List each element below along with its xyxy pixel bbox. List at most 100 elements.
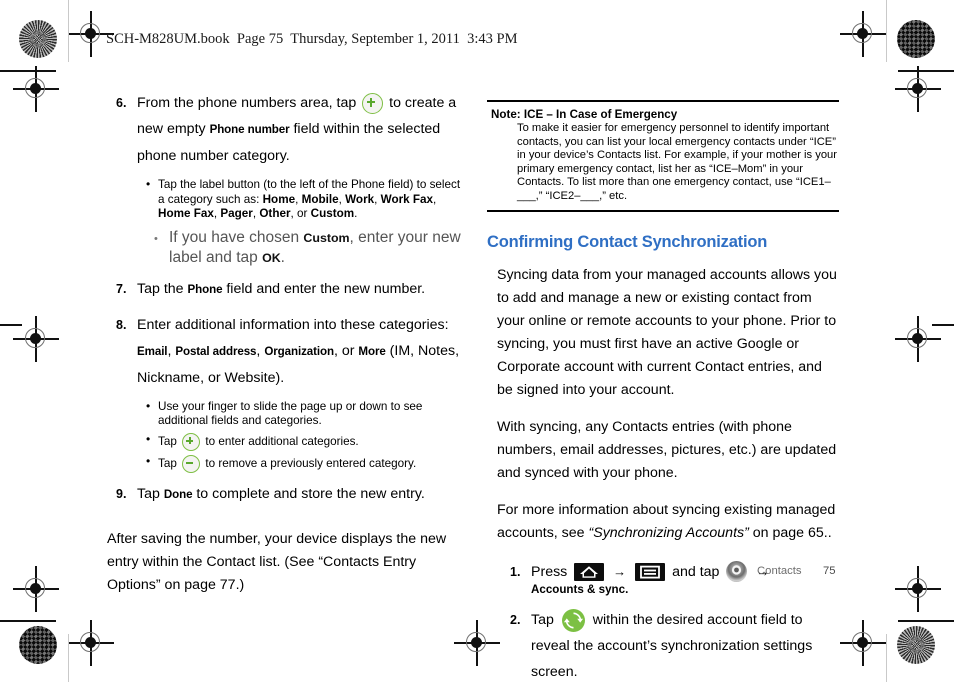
list-item: Use your finger to slide the page up or … [145,399,467,429]
right-step-1-number: 1. [510,564,521,579]
step-7-number: 7. [116,281,127,296]
list-item: Tap to remove a previously entered categ… [145,454,467,473]
home-button-icon [574,562,605,581]
note-body: To make it easier for emergency personne… [517,122,838,202]
bold-term: Organization [264,344,334,358]
bold-term: Work [345,192,375,206]
text-run: Tap [137,485,164,502]
trim-line-right-edge [932,324,954,326]
guide-line-vertical-right [886,0,887,62]
accounts-and-sync-label: Accounts & sync. [531,582,629,596]
trim-line-top-left [0,70,56,72]
bold-term: Work Fax [380,192,434,206]
text-run: . [354,207,358,220]
note-title: Note: ICE – In Case of Emergency [491,108,678,121]
crosshair-mid-right [895,316,941,362]
crosshair-upper-left-inner [13,66,59,112]
step-8: 8. Enter additional information into the… [107,312,467,391]
bold-term: Email [137,344,168,358]
bold-term: Custom [310,207,355,220]
text-run: Tap the [137,280,188,297]
and-tap-label: and tap [672,563,720,580]
bold-term: Home Fax [158,207,214,220]
bold-term: Custom [303,230,350,245]
registration-rosette-top-right [897,20,935,58]
arrow-right-1: → [613,563,627,579]
crosshair-bottom-right [840,620,886,666]
crosshair-upper-right-inner [895,66,941,112]
bold-term: Phone [187,282,223,296]
bold-term: Pager [220,207,253,220]
step-6-number: 6. [116,96,127,110]
bullet-text: Tap the label button (to the left of the… [158,178,460,220]
section-heading: Confirming Contact Synchronization [487,232,768,251]
bold-term: Postal address [175,344,257,358]
trim-line-bottom-right [898,620,954,622]
crosshair-lower-right-inner [895,566,941,612]
menu-glyph [640,565,661,579]
step-8-number: 8. [116,317,127,332]
bullet-text-before: Tap [158,434,177,448]
bullet-text-after: to enter additional categories. [205,434,359,448]
step-7-text: Tap the Phone field and enter the new nu… [137,276,467,303]
footer-page-number: 75 [823,565,836,577]
text-run: If you have chosen [169,228,304,246]
guide-line-vertical-left [68,0,69,62]
bold-term: Home [262,192,296,206]
bold-term: OK [262,250,281,265]
step-9: 9. Tap Done to complete and store the ne… [107,481,467,508]
step-6: 6. From the phone numbers area, tap to c… [107,90,467,169]
crosshair-top-left [68,11,114,57]
document-header-line: SCH-M828UM.book Page 75 Thursday, Septem… [106,31,518,47]
sync-refresh-icon [561,608,585,632]
body-paragraph-1: Syncing data from your managed accounts … [497,266,837,398]
footer-section-label: Contacts [757,565,802,577]
text-run: , or [290,207,311,220]
right-step-2-number: 2. [510,612,521,627]
crosshair-mid-left [13,316,59,362]
circle-plus-icon [182,432,201,451]
text-run: to complete and store the new entry. [192,485,425,502]
bold-term: Mobile [301,192,339,206]
step-6-text-before: From the phone numbers area, tap [137,95,357,111]
bold-term: Other [259,207,291,220]
closing-paragraph: After saving the number, your device dis… [107,530,447,593]
crosshair-top-right [840,11,886,57]
bold-term: Done [163,487,193,501]
guide-line-vertical-bottom-right [886,634,887,682]
trim-line-left-edge [0,324,22,326]
text-run: Enter additional information into these … [137,316,449,333]
menu-button-icon [635,562,666,581]
step-6-text: From the phone numbers area, tap to crea… [137,90,467,169]
tap-label: Tap [531,611,554,628]
settings-dial-icon [726,561,748,583]
reference-paragraph: For more information about syncing exist… [497,499,837,545]
note-box: Note: ICE – In Case of Emergency To make… [487,100,839,212]
step-8-text: Enter additional information into these … [137,312,467,391]
circle-minus-icon [182,454,201,473]
registration-rosette-bottom-right [897,626,935,664]
reference-text-after: on page 65.. [748,524,832,541]
trim-line-bottom-left [0,620,56,622]
list-item: If you have chosen Custom, enter your ne… [153,228,467,268]
bullet-text: If you have chosen Custom, enter your ne… [169,229,461,266]
home-glyph [580,566,599,578]
step-9-text: Tap Done to complete and store the new e… [137,481,467,508]
circle-plus-icon [362,92,384,114]
step-7: 7. Tap the Phone field and enter the new… [107,276,467,303]
step-9-number: 9. [116,486,127,501]
sync-refresh-glyph [563,612,583,629]
step-8-bullets: Use your finger to slide the page up or … [107,399,467,473]
text-run: . [280,248,285,266]
right-column: Note: ICE – In Case of Emergency To make… [487,100,839,694]
registration-rosette-top-left [19,20,57,58]
bullet-text-before: Tap [158,456,177,470]
body-paragraph-2: With syncing, any Contacts entries (with… [497,418,837,481]
registration-rosette-bottom-left [19,626,57,664]
page-footer: Contacts 75 [757,565,836,577]
crosshair-bottom-left [68,620,114,666]
list-item: Tap the label button (to the left of the… [145,177,467,222]
bold-term: More [358,344,386,358]
text-run: , [433,192,437,206]
crosshair-lower-left-inner [13,566,59,612]
